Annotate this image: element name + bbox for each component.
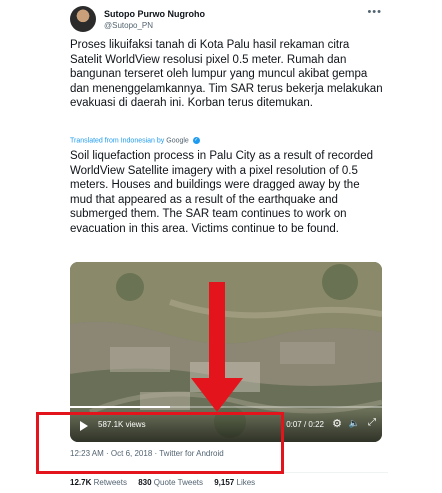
- translation-label[interactable]: Translated from Indonesian by Google ✓: [70, 137, 200, 144]
- more-icon[interactable]: •••: [367, 6, 382, 18]
- retweets-stat[interactable]: 12.7K Retweets: [70, 478, 127, 487]
- tweet-original-text: Proses likuifaksi tanah di Kota Palu has…: [70, 39, 383, 110]
- fullscreen-icon[interactable]: ⤢: [368, 417, 376, 428]
- translate-check-icon: ✓: [192, 137, 200, 144]
- video-progress-fill: [70, 406, 170, 408]
- author-name[interactable]: Sutopo Purwo Nugroho: [104, 9, 205, 19]
- likes-stat[interactable]: 9,157 Likes: [214, 478, 255, 487]
- volume-icon[interactable]: 🔈: [349, 418, 360, 429]
- highlight-box-annotation: [36, 412, 284, 474]
- translation-prefix: Translated from Indonesian by: [70, 137, 165, 145]
- tweet-translated-text: Soil liquefaction process in Palu City a…: [70, 150, 373, 235]
- video-progress-bar[interactable]: [70, 406, 382, 408]
- video-time: 0:07 / 0:22: [286, 420, 324, 429]
- settings-icon[interactable]: ⚙: [332, 417, 342, 430]
- translation-service: Google: [166, 137, 189, 145]
- quotes-stat[interactable]: 830 Quote Tweets: [138, 478, 203, 487]
- avatar[interactable]: [70, 6, 96, 32]
- author-handle[interactable]: @Sutopo_PN: [104, 21, 153, 30]
- engagement-stats: 12.7K Retweets 830 Quote Tweets 9,157 Li…: [70, 478, 264, 487]
- tweet-header: Sutopo Purwo Nugroho @Sutopo_PN •••: [70, 6, 388, 34]
